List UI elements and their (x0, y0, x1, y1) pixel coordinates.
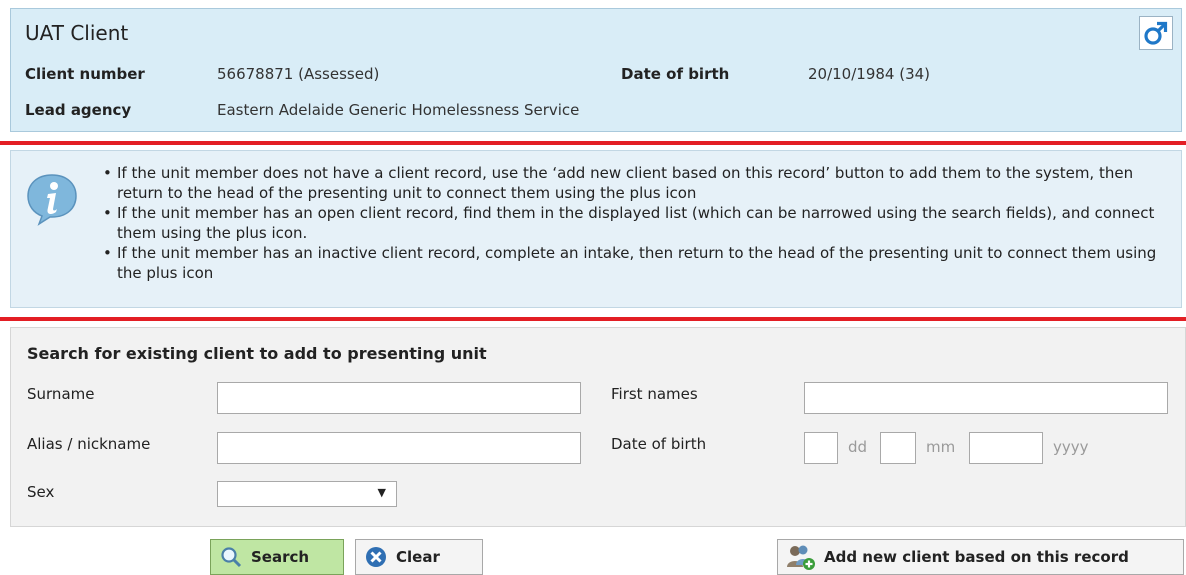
dob-label: Date of birth (621, 65, 730, 83)
info-list: If the unit member does not have a clien… (97, 163, 1173, 283)
sex-label: Sex (27, 483, 55, 501)
alias-label: Alias / nickname (27, 435, 151, 453)
divider-bottom (0, 317, 1186, 321)
add-new-client-label: Add new client based on this record (824, 548, 1129, 566)
search-heading: Search for existing client to add to pre… (27, 344, 487, 363)
clear-x-icon (364, 545, 388, 569)
search-button[interactable]: Search (210, 539, 344, 575)
search-panel: Search for existing client to add to pre… (10, 327, 1186, 527)
client-number-label: Client number (25, 65, 145, 83)
client-title: UAT Client (25, 21, 129, 45)
clear-button-label: Clear (396, 548, 440, 566)
dob-month-hint: mm (926, 438, 956, 456)
dob-year-hint: yyyy (1053, 438, 1089, 456)
gender-indicator (1139, 16, 1173, 50)
dob-value: 20/10/1984 (34) (808, 65, 931, 83)
clear-button[interactable]: Clear (355, 539, 483, 575)
dob-month-input[interactable] (880, 432, 916, 464)
first-names-label: First names (611, 385, 698, 403)
dob-day-hint: dd (848, 438, 868, 456)
dob-year-input[interactable] (969, 432, 1043, 464)
client-header-panel: UAT Client Client number 56678871 (Asses… (10, 8, 1182, 132)
lead-agency-value: Eastern Adelaide Generic Homelessness Se… (217, 101, 580, 119)
surname-label: Surname (27, 385, 95, 403)
search-button-label: Search (251, 548, 310, 566)
dob-day-input[interactable] (804, 432, 838, 464)
divider-top (0, 141, 1186, 145)
info-line-1: If the unit member does not have a clien… (97, 163, 1173, 203)
info-icon (23, 169, 81, 231)
first-names-input[interactable] (804, 382, 1168, 414)
sex-select[interactable]: ▼ (217, 481, 397, 507)
dob-search-label: Date of birth (611, 435, 707, 453)
dropdown-arrow-icon: ▼ (377, 486, 386, 499)
lead-agency-label: Lead agency (25, 101, 132, 119)
magnifier-icon (219, 545, 243, 569)
surname-input[interactable] (217, 382, 581, 414)
info-line-3: If the unit member has an inactive clien… (97, 243, 1173, 283)
info-line-2: If the unit member has an open client re… (97, 203, 1173, 243)
add-user-icon (786, 543, 816, 571)
male-symbol-icon (1144, 21, 1168, 45)
alias-input[interactable] (217, 432, 581, 464)
add-new-client-button[interactable]: Add new client based on this record (777, 539, 1184, 575)
info-panel: If the unit member does not have a clien… (10, 150, 1182, 308)
client-number-value: 56678871 (Assessed) (217, 65, 380, 83)
